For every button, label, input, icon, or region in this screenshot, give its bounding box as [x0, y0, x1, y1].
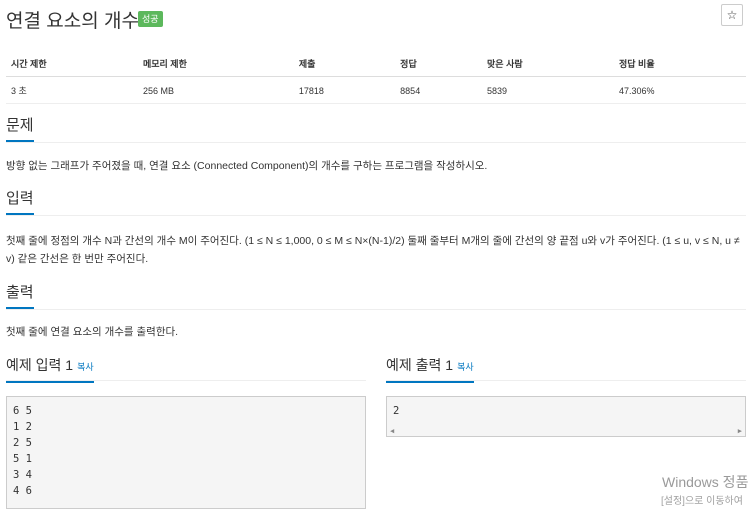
header-submissions: 제출 — [293, 50, 396, 77]
sample-input-header: 예제 입력 1 복사 — [6, 355, 366, 383]
header-memory-limit: 메모리 제한 — [137, 50, 294, 77]
horizontal-scrollbar[interactable]: ◀ ▶ — [387, 426, 745, 436]
info-header-row: 시간 제한 메모리 제한 제출 정답 맞은 사람 정답 비율 — [6, 50, 746, 77]
header-solvers: 맞은 사람 — [482, 50, 614, 77]
star-button[interactable]: ☆ — [721, 4, 743, 26]
sample-output-box[interactable]: 2 ◀ ▶ — [386, 396, 746, 437]
sample-input-line: 2 5 — [13, 437, 32, 449]
sample-output-line: 2 — [393, 405, 400, 417]
section-output-title: 출력 — [6, 283, 34, 309]
section-output-header: 출력 — [6, 283, 746, 310]
value-memory-limit: 256 MB — [137, 76, 294, 104]
sample-input-line: 4 6 — [13, 485, 32, 497]
sample-input-line: 1 2 — [13, 421, 32, 433]
sample-output-title-text: 예제 출력 1 — [386, 357, 454, 373]
value-solvers: 5839 — [482, 76, 614, 104]
header-accept-ratio: 정답 비율 — [613, 50, 746, 77]
section-input-title: 입력 — [6, 189, 34, 215]
sample-output-copy-link[interactable]: 복사 — [457, 362, 474, 372]
section-description-header: 문제 — [6, 116, 746, 143]
section-input-header: 입력 — [6, 189, 746, 216]
sample-output-header: 예제 출력 1 복사 — [386, 355, 746, 383]
sample-input-box[interactable]: 6 5 1 2 2 5 5 1 3 4 4 6 — [6, 396, 366, 509]
problem-title: 연결 요소의 개수 — [6, 11, 139, 32]
sample-input-title: 예제 입력 1 복사 — [6, 355, 94, 383]
sample-output-lines: 2 — [387, 397, 745, 425]
sample-input-lines: 6 5 1 2 2 5 5 1 3 4 4 6 — [7, 397, 365, 505]
result-badge: 성공 — [138, 11, 163, 27]
sample-input-copy-link[interactable]: 복사 — [77, 362, 94, 372]
sample-input-line: 3 4 — [13, 469, 32, 481]
header-time-limit: 시간 제한 — [6, 50, 138, 77]
sample-input-title-text: 예제 입력 1 — [6, 357, 74, 373]
description-text: 방향 없는 그래프가 주어졌을 때, 연결 요소 (Connected Comp… — [6, 160, 488, 172]
header-accepted: 정답 — [395, 50, 483, 77]
sample-input-line: 5 1 — [13, 453, 32, 465]
info-value-row: 3 초 256 MB 17818 8854 5839 47.306% — [6, 76, 746, 104]
scroll-right-icon[interactable]: ▶ — [738, 427, 742, 435]
input-text: 첫째 줄에 정점의 개수 N과 간선의 개수 M이 주어진다. (1 ≤ N ≤… — [6, 235, 740, 265]
value-submissions: 17818 — [293, 76, 396, 104]
sample-input-line: 6 5 — [13, 405, 32, 417]
value-time-limit: 3 초 — [6, 76, 138, 104]
windows-activation-watermark: Windows 정품 — [662, 474, 749, 490]
scroll-left-icon[interactable]: ◀ — [390, 427, 394, 435]
value-accepted: 8854 — [395, 76, 483, 104]
output-text: 첫째 줄에 연결 요소의 개수를 출력한다. — [6, 326, 179, 338]
problem-info-table: 시간 제한 메모리 제한 제출 정답 맞은 사람 정답 비율 3 초 256 M… — [6, 50, 746, 104]
star-icon: ☆ — [726, 8, 738, 22]
windows-activation-subtext: [설정]으로 이동하여 — [661, 496, 743, 507]
sample-output-title: 예제 출력 1 복사 — [386, 355, 474, 383]
value-accept-ratio: 47.306% — [613, 76, 746, 104]
section-description-title: 문제 — [6, 116, 34, 142]
problem-page: 연결 요소의 개수 성공 ☆ 시간 제한 메모리 제한 제출 정답 맞은 사람 … — [0, 0, 750, 509]
